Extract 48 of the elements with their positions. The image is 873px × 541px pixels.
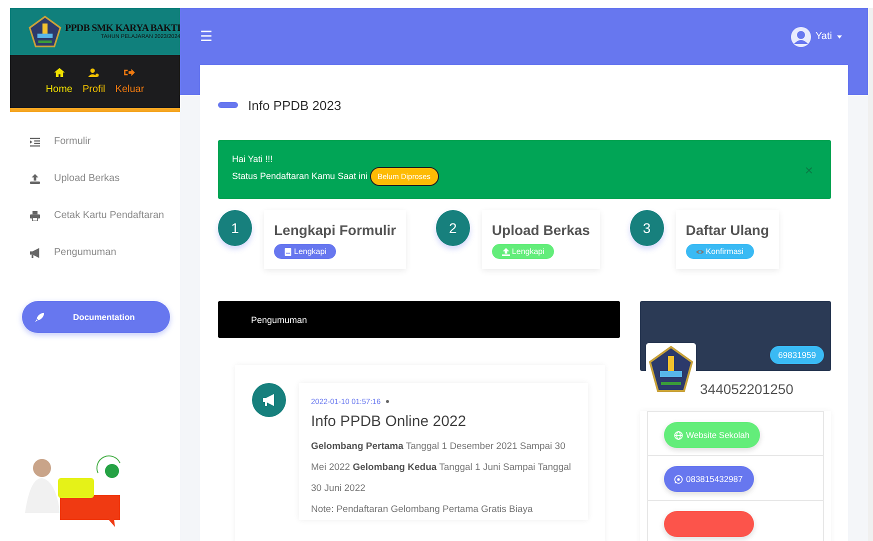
printer-icon <box>30 210 40 220</box>
school-crest-icon <box>28 14 62 48</box>
id-badge: 69831959 <box>770 346 824 364</box>
eye-icon <box>696 248 704 256</box>
quick-nav-link[interactable]: Home <box>46 68 72 95</box>
sidebar-item[interactable]: Formulir <box>10 123 180 160</box>
step-number: 2 <box>436 210 470 246</box>
announcement-heading: Pengumuman <box>251 314 308 324</box>
link-button[interactable]: 083815432987 <box>664 466 754 492</box>
greeting-text: Hai Yati !!! <box>232 154 274 164</box>
step-title: Lengkapi Formulir <box>274 222 396 238</box>
home-icon <box>54 68 65 77</box>
step-number: 3 <box>630 210 664 246</box>
announcement-note: Note: Pendaftaran Gelombang Pertama Gratis Biaya <box>311 503 534 517</box>
step-title: Upload Berkas <box>492 222 590 238</box>
sidebar-item[interactable]: Upload Berkas <box>10 160 180 197</box>
logout-icon <box>124 68 136 77</box>
school-crest-icon <box>646 343 696 395</box>
step-button[interactable]: Konfirmasi <box>686 244 754 259</box>
megaphone-icon <box>252 383 286 417</box>
brand-title: PPDB SMK KARYA BAKTI <box>65 23 180 34</box>
list-icon <box>30 136 40 146</box>
school-number: 344052201250 <box>700 381 794 397</box>
sidebar-item[interactable]: Pengumuman <box>10 234 180 271</box>
upload-icon <box>30 174 40 184</box>
page-title: Info PPDB 2023 <box>248 98 342 112</box>
caret-icon <box>837 34 842 38</box>
bullet-dot <box>386 400 389 403</box>
announcement-title: Info PPDB Online 2022 <box>311 413 468 430</box>
menu-toggle-button[interactable]: ☰ <box>200 28 213 44</box>
sidebar-item[interactable]: Cetak Kartu Pendaftaran <box>10 197 180 234</box>
status-label: Status Pendaftaran Kamu Saat ini <box>232 171 368 181</box>
upload-icon <box>502 248 510 256</box>
user-cog-icon <box>88 68 100 77</box>
documentation-button[interactable]: Documentation <box>22 301 170 333</box>
megaphone-icon <box>30 248 40 258</box>
form-icon <box>284 248 292 256</box>
quick-nav-link[interactable]: Keluar <box>115 68 144 95</box>
link-button[interactable] <box>664 511 754 537</box>
globe-icon <box>674 430 683 440</box>
title-accent-bar <box>218 102 238 108</box>
user-menu[interactable]: Yati <box>790 26 842 46</box>
quick-nav-link[interactable]: Profil <box>82 68 106 95</box>
step-number: 1 <box>218 210 252 246</box>
avatar-icon <box>790 26 810 46</box>
step-title: Daftar Ulang <box>686 222 769 238</box>
step-button[interactable]: Lengkapi <box>274 244 336 259</box>
announcement-text: Gelombang Pertama Tanggal 1 Desember 2021 Sampai 30 Mei 2022 Gelombang Kedua Tanggal 1 Juni Sampai Tanggal 30 Juni 2022 <box>311 440 572 496</box>
